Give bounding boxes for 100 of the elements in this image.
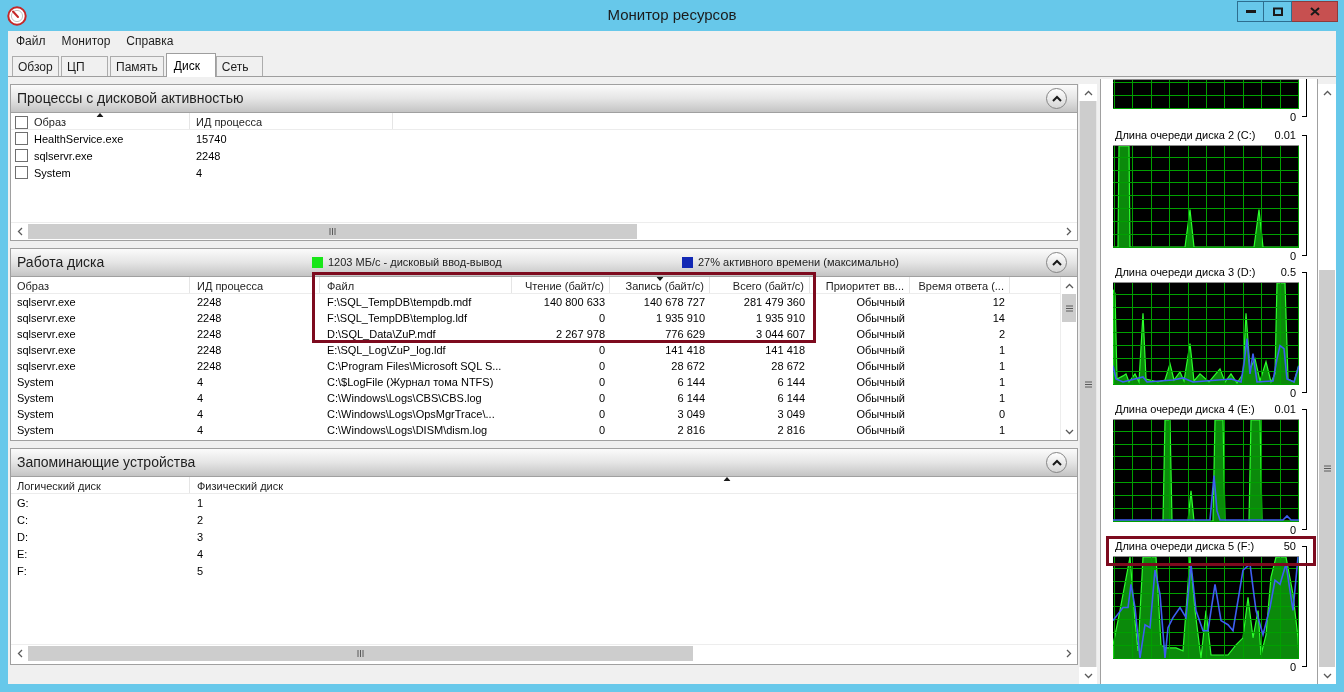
chevron-down-icon [1322, 672, 1332, 679]
table-cell: 0 [598, 344, 605, 356]
column-header[interactable]: Запись (байт/с) [625, 280, 704, 292]
table-cell: 3 044 607 [756, 328, 805, 340]
scale-max-label: 0.01 [1274, 129, 1296, 141]
scrollbar-thumb[interactable] [28, 646, 693, 661]
table-cell: System [34, 166, 71, 179]
column-header[interactable]: Физический диск [197, 480, 284, 492]
table-cell: 1 [998, 392, 1005, 404]
vertical-scrollbar[interactable] [1060, 277, 1077, 440]
chevron-up-icon [1083, 89, 1093, 96]
table-cell: System [17, 408, 54, 420]
tab[interactable]: ЦП [61, 56, 108, 76]
table-cell: 3 049 [777, 408, 805, 420]
table-cell: C:\Windows\Logs\OpsMgrTrace\... [327, 408, 495, 420]
table-cell: Обычный [856, 408, 905, 420]
minimize-icon [1245, 10, 1256, 13]
table-cell: Обычный [856, 344, 905, 356]
graph-title: Длина очереди диска 4 (E:) [1115, 403, 1255, 415]
column-header[interactable]: ИД процесса [197, 280, 264, 292]
maximize-button[interactable] [1264, 1, 1292, 22]
section-title: Процессы с дисковой активностью [17, 89, 244, 108]
collapse-button[interactable] [1046, 88, 1067, 109]
table-cell: System [17, 392, 54, 404]
table-cell: 1 [998, 424, 1005, 436]
table-cell: sqlservr.exe [17, 296, 76, 308]
table-cell: Обычный [856, 328, 905, 340]
tab[interactable]: Обзор [12, 56, 59, 76]
table-cell: 2248 [197, 296, 222, 308]
table-cell: 2248 [197, 360, 222, 372]
table-cell: 0 [598, 312, 605, 324]
horizontal-scrollbar[interactable] [11, 644, 1077, 662]
vertical-scrollbar[interactable] [1318, 84, 1336, 684]
table-cell: sqlservr.exe [17, 312, 76, 324]
table-cell: Обычный [856, 360, 905, 372]
column-header[interactable]: Приоритет вв... [825, 280, 904, 292]
table-cell: System [17, 424, 54, 436]
chevron-up-icon [1051, 95, 1062, 102]
scroll-up-button[interactable] [1079, 84, 1097, 101]
column-header[interactable]: Файл [327, 280, 355, 292]
table-cell: E:\SQL_Log\ZuP_log.ldf [327, 344, 446, 356]
horizontal-scrollbar[interactable] [11, 222, 1077, 240]
table-cell: Обычный [856, 424, 905, 436]
scale-min-label: 0 [1289, 524, 1296, 536]
scrollbar-thumb[interactable] [1080, 101, 1096, 667]
graph-title: Длина очереди диска 5 (F:) [1115, 540, 1255, 552]
scrollbar-thumb[interactable] [1062, 294, 1076, 322]
table-cell: 14 [992, 312, 1005, 324]
table-cell: 2248 [197, 344, 222, 356]
menu-item[interactable]: Справка [122, 31, 178, 50]
table-cell: sqlservr.exe [34, 149, 93, 162]
close-button[interactable] [1292, 1, 1338, 22]
grip-icon [1323, 465, 1331, 472]
table-cell: 1 [998, 360, 1005, 372]
table-cell: 3 [197, 530, 204, 543]
table-cell: 1 935 910 [756, 312, 805, 324]
scrollbar-thumb[interactable] [28, 224, 637, 239]
table-cell: C:\Program Files\Microsoft SQL S... [327, 360, 502, 372]
table-cell: 4 [197, 547, 204, 560]
grip-icon [329, 228, 336, 235]
checkbox[interactable] [15, 132, 28, 145]
scroll-down-button[interactable] [1079, 667, 1097, 684]
collapse-button[interactable] [1046, 252, 1067, 273]
table-cell: 0 [998, 408, 1005, 420]
table-cell: 2 816 [677, 424, 705, 436]
table-cell: 1 [998, 376, 1005, 388]
table-cell: E: [17, 547, 28, 560]
column-header[interactable]: Всего (байт/с) [732, 280, 804, 292]
tab[interactable]: Память [110, 56, 164, 76]
tab[interactable]: Диск [165, 53, 216, 77]
table-cell: 1 [197, 496, 204, 509]
checkbox[interactable] [15, 166, 28, 179]
column-header[interactable]: Образ [17, 280, 49, 292]
table-cell: 5 [197, 564, 204, 577]
chevron-up-icon [1322, 89, 1332, 96]
column-header[interactable]: Время ответа (... [918, 280, 1004, 292]
window-title: Монитор ресурсов [607, 5, 737, 26]
table-cell: sqlservr.exe [17, 328, 76, 340]
scale-max-label: 0.5 [1280, 266, 1296, 278]
column-header[interactable]: ИД процесса [196, 116, 263, 128]
collapse-button[interactable] [1046, 452, 1067, 473]
menu-item[interactable]: Файл [12, 31, 50, 50]
scrollbar-thumb[interactable] [1319, 270, 1335, 667]
table-cell: 1 935 910 [656, 312, 705, 324]
menu-item[interactable]: Монитор [57, 31, 115, 50]
table-cell: C:\$LogFile (Журнал тома NTFS) [327, 376, 494, 388]
checkbox[interactable] [15, 115, 28, 129]
table-cell: 4 [196, 166, 203, 179]
minimize-button[interactable] [1237, 1, 1264, 22]
table-cell: 6 144 [677, 392, 705, 404]
column-header[interactable]: Чтение (байт/с) [525, 280, 604, 292]
table-cell: 2248 [197, 328, 222, 340]
checkbox[interactable] [15, 149, 28, 162]
table-cell: 0 [598, 424, 605, 436]
column-header[interactable]: Образ [34, 116, 66, 128]
vertical-scrollbar[interactable] [1079, 84, 1097, 684]
column-header[interactable]: Логический диск [17, 480, 101, 492]
maximize-icon [1272, 7, 1283, 16]
table-cell: 4 [197, 376, 204, 388]
tab[interactable]: Сеть [215, 56, 263, 76]
